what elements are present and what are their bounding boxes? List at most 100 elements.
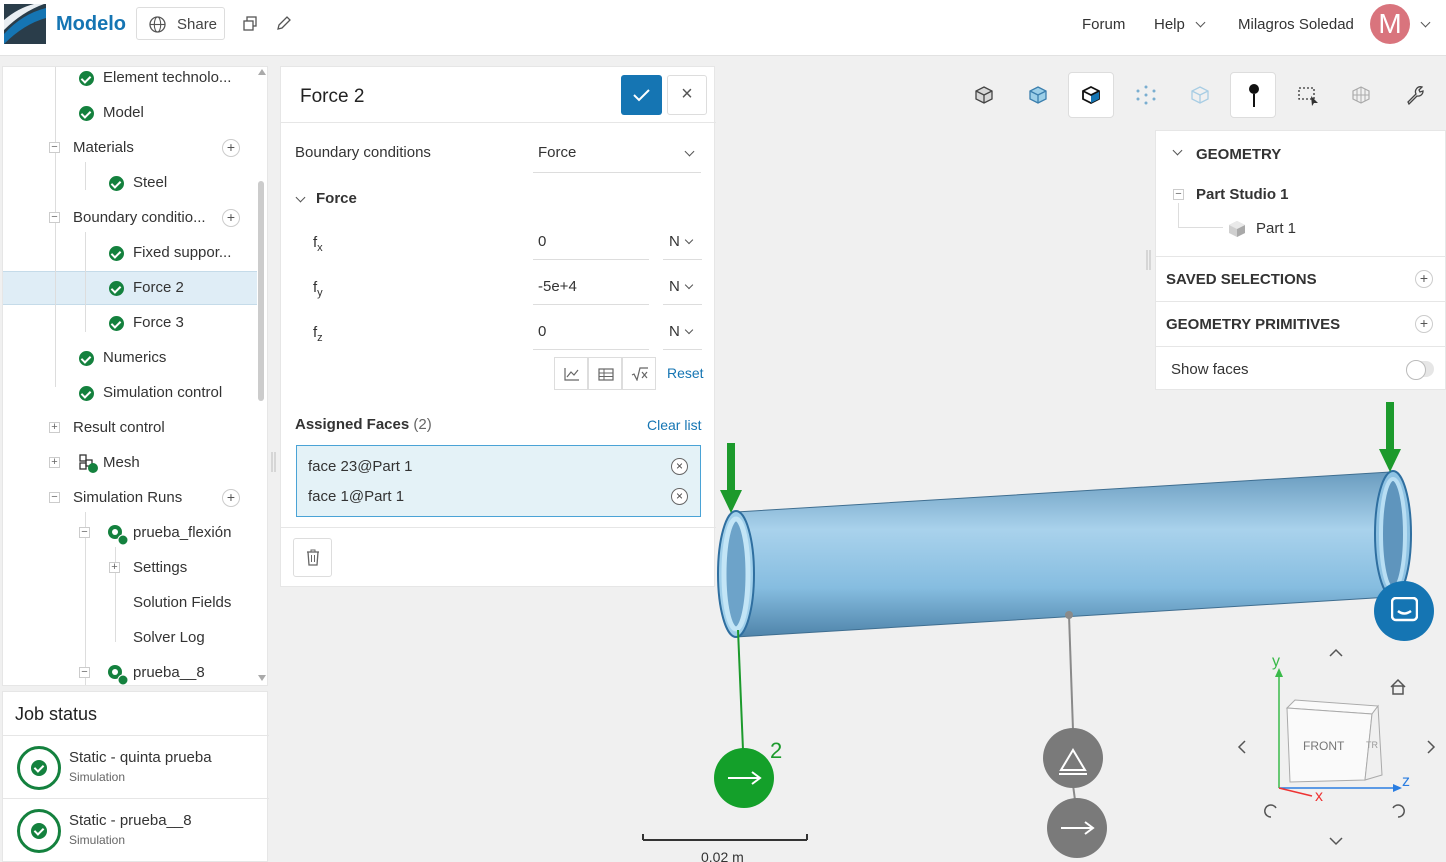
project-name[interactable]: Modelo [56, 13, 126, 36]
axis-x-label: x [1315, 788, 1323, 805]
tree-item-label: Boundary conditio... [73, 209, 206, 226]
copy-icon[interactable] [243, 16, 258, 31]
delete-button[interactable] [293, 538, 332, 577]
rotate-left-icon[interactable] [1237, 740, 1246, 754]
mesh-view-button[interactable] [1338, 72, 1384, 118]
tree-scrollbar[interactable] [258, 181, 264, 401]
unit-label: N [669, 233, 680, 250]
fy-input[interactable]: -5e+4 [533, 269, 649, 305]
panel-header: Force 2 × [281, 67, 716, 123]
assigned-face-item[interactable]: face 1@Part 1 [308, 488, 404, 505]
surface-mode-button[interactable] [1015, 72, 1061, 118]
close-button[interactable]: × [667, 75, 707, 115]
force-3-badge[interactable] [1047, 798, 1107, 858]
job-row[interactable]: Static - quinta prueba Simulation [3, 735, 269, 799]
right-panel-resize-handle[interactable] [1146, 250, 1151, 270]
blue-cube-icon [1029, 86, 1047, 104]
scroll-up-icon[interactable] [258, 69, 266, 75]
forum-link[interactable]: Forum [1082, 16, 1125, 33]
add-material-button[interactable]: + [222, 139, 240, 157]
home-view-icon[interactable] [1390, 678, 1406, 695]
select-face-button[interactable] [1068, 72, 1114, 118]
share-label: Share [177, 16, 218, 33]
pipe-model[interactable] [717, 470, 1412, 638]
add-saved-selection-button[interactable]: + [1415, 270, 1433, 288]
collapse-toggle[interactable]: − [79, 527, 90, 538]
tools-button[interactable] [1392, 72, 1438, 118]
left-panel-resize-handle[interactable] [271, 452, 276, 472]
gear-run-icon [108, 525, 129, 546]
rotate-right-icon[interactable] [1427, 740, 1436, 754]
valid-check-icon [109, 246, 124, 261]
boundary-type-select[interactable]: Force [533, 137, 701, 173]
expand-toggle[interactable]: + [49, 422, 60, 433]
tree-item-label: Steel [133, 174, 168, 191]
view-mode-button[interactable] [961, 72, 1007, 118]
show-faces-row: Show faces [1156, 346, 1446, 391]
geometry-title[interactable]: GEOMETRY [1196, 146, 1281, 163]
rotate-cw-icon[interactable] [1392, 804, 1405, 818]
remove-face-icon[interactable]: × [671, 488, 688, 505]
section-chevron-down-icon[interactable] [295, 192, 306, 203]
tree-item-label: Element technolo... [103, 69, 232, 86]
expand-toggle[interactable]: + [49, 457, 60, 468]
add-primitive-button[interactable]: + [1415, 315, 1433, 333]
assigned-face-item[interactable]: face 23@Part 1 [308, 458, 412, 475]
force-section-label[interactable]: Force [316, 190, 357, 207]
simscale-logo[interactable] [4, 4, 46, 44]
fx-input[interactable]: 0 [533, 224, 649, 260]
help-menu[interactable]: Help [1154, 16, 1185, 33]
confirm-button[interactable] [621, 75, 662, 115]
chat-button[interactable] [1374, 581, 1434, 641]
expand-toggle[interactable]: + [109, 562, 120, 573]
table-button[interactable] [588, 357, 622, 390]
edit-pencil-icon[interactable] [276, 16, 291, 31]
fz-label: fz [313, 324, 323, 344]
job-finished-icon [17, 746, 61, 790]
share-button[interactable]: Share [136, 7, 225, 40]
part-label[interactable]: Part 1 [1256, 220, 1296, 237]
chart-icon [564, 368, 579, 381]
collapse-toggle[interactable]: − [49, 142, 60, 153]
valid-check-icon [79, 351, 94, 366]
fz-input[interactable]: 0 [533, 314, 649, 350]
box-select-button[interactable] [1285, 72, 1331, 118]
fy-unit-select[interactable]: N [663, 269, 702, 305]
valid-check-icon [109, 316, 124, 331]
rotate-ccw-icon[interactable] [1264, 804, 1277, 818]
show-faces-toggle[interactable] [1406, 360, 1434, 380]
fz-unit-select[interactable]: N [663, 314, 702, 350]
geometry-primitives-section[interactable]: GEOMETRY PRIMITIVES + [1156, 301, 1446, 346]
rotate-down-icon[interactable] [1329, 837, 1343, 846]
add-simulation-run-button[interactable]: + [222, 489, 240, 507]
fx-unit-select[interactable]: N [663, 224, 702, 260]
point-probe-button[interactable] [1230, 72, 1276, 118]
user-name[interactable]: Milagros Soledad [1238, 16, 1354, 33]
clear-list-link[interactable]: Clear list [647, 417, 701, 433]
avatar[interactable]: M [1370, 4, 1410, 44]
collapse-toggle[interactable]: − [79, 667, 90, 678]
select-volume-button[interactable] [1177, 72, 1223, 118]
collapse-toggle[interactable]: − [1173, 189, 1184, 200]
fixed-support-badge[interactable] [1043, 728, 1103, 788]
tree-item-label: Settings [133, 559, 188, 576]
part-studio-label[interactable]: Part Studio 1 [1196, 186, 1289, 203]
reset-link[interactable]: Reset [667, 365, 704, 381]
collapse-toggle[interactable]: − [49, 212, 60, 223]
job-row[interactable]: Static - prueba__8 Simulation [3, 798, 269, 862]
rotate-up-icon[interactable] [1329, 648, 1343, 657]
force-badge[interactable] [714, 748, 774, 808]
saved-selections-section[interactable]: SAVED SELECTIONS + [1156, 256, 1446, 301]
user-chevron-down-icon[interactable] [1420, 17, 1431, 28]
scroll-down-icon[interactable] [258, 675, 266, 681]
boundary-type-value: Force [538, 144, 577, 161]
remove-face-icon[interactable]: × [671, 458, 688, 475]
formula-button[interactable] [622, 357, 656, 390]
plot-button[interactable] [554, 357, 588, 390]
chevron-down-icon[interactable] [1172, 145, 1183, 156]
select-vertex-button[interactable] [1123, 72, 1169, 118]
add-boundary-condition-button[interactable]: + [222, 209, 240, 227]
top-bar: Modelo Share Forum Help Milagros Soledad… [0, 0, 1446, 56]
fy-label: fy [313, 279, 323, 299]
collapse-toggle[interactable]: − [49, 492, 60, 503]
